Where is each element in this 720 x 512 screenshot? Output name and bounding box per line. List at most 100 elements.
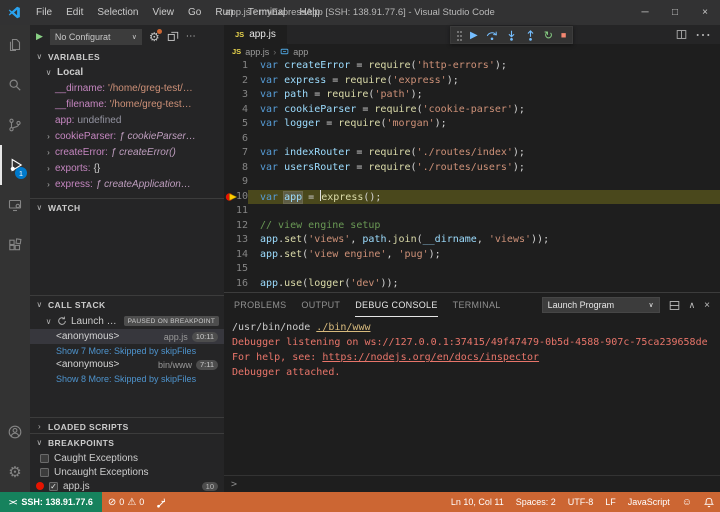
debug-views-icon[interactable]: [167, 31, 179, 43]
code-text[interactable]: [248, 175, 720, 190]
code-line[interactable]: 8 var usersRouter = require('./routes/use…: [224, 161, 720, 176]
debug-configuration-dropdown[interactable]: No Configurat ∨: [49, 28, 142, 45]
variable-row[interactable]: __filename: '/home/greg-test…: [30, 96, 224, 112]
breakpoint-checkbox[interactable]: [40, 467, 49, 477]
menu-file[interactable]: File: [29, 4, 59, 21]
gutter-line-number[interactable]: 14: [224, 248, 248, 263]
variable-row[interactable]: › cookieParser: ƒ cookieParser…: [30, 128, 224, 144]
code-line[interactable]: 2 var express = require('express');: [224, 74, 720, 89]
breakpoint-row[interactable]: Uncaught Exceptions: [30, 465, 224, 479]
menu-selection[interactable]: Selection: [90, 4, 145, 21]
files-icon[interactable]: [0, 25, 30, 65]
continue-button[interactable]: ▶: [470, 30, 478, 41]
gutter-line-number[interactable]: 12: [224, 219, 248, 234]
stack-frame-row[interactable]: <anonymous> bin/www 7:11: [30, 357, 224, 372]
code-line[interactable]: 16 app.use(logger('dev'));: [224, 277, 720, 292]
skipped-frames-link[interactable]: Show 8 More: Skipped by skipFiles: [30, 372, 224, 385]
run-and-debug-icon[interactable]: 1: [0, 145, 30, 185]
debug-console-session-dropdown[interactable]: Launch Program ∨: [541, 297, 660, 313]
code-line[interactable]: 13 app.set('views', path.join(__dirname, …: [224, 233, 720, 248]
menu-view[interactable]: View: [146, 4, 182, 21]
code-line[interactable]: 10 var app = express();: [224, 189, 720, 205]
variables-header[interactable]: ∨ VARIABLES: [30, 48, 224, 65]
gutter-line-number[interactable]: 15: [224, 262, 248, 277]
gutter-line-number[interactable]: 8: [224, 161, 248, 176]
debug-console-output[interactable]: /usr/bin/node ./bin/www Debugger listenin…: [224, 317, 720, 475]
more-actions-icon[interactable]: ⋯: [695, 25, 712, 45]
gutter-line-number[interactable]: 5: [224, 117, 248, 132]
code-line[interactable]: 9: [224, 175, 720, 190]
code-text[interactable]: var app = express();: [248, 189, 720, 204]
variables-scope-local[interactable]: ∨ Local: [30, 65, 224, 80]
search-icon[interactable]: [0, 65, 30, 105]
gutter-line-number[interactable]: 13: [224, 233, 248, 248]
gutter-line-number[interactable]: 4: [224, 103, 248, 118]
configure-gear-icon[interactable]: ⚙: [149, 28, 162, 44]
menu-run[interactable]: Run: [208, 4, 240, 21]
code-line[interactable]: 11: [224, 204, 720, 219]
code-line[interactable]: 6: [224, 132, 720, 147]
code-text[interactable]: // view engine setup: [248, 219, 720, 234]
menu-terminal[interactable]: Terminal: [241, 4, 293, 21]
menu-help[interactable]: Help: [293, 4, 328, 21]
debug-status-icon[interactable]: [150, 492, 172, 512]
gutter-line-number[interactable]: 9: [224, 175, 248, 190]
menu-go[interactable]: Go: [181, 4, 208, 21]
drag-grip-icon[interactable]: [457, 29, 462, 41]
split-panel-icon[interactable]: [669, 300, 680, 311]
start-debugging-icon[interactable]: ▶: [36, 31, 43, 42]
code-text[interactable]: [248, 204, 720, 219]
code-line[interactable]: 15: [224, 262, 720, 277]
gutter-line-number[interactable]: 10: [224, 190, 248, 205]
code-line[interactable]: 5 var logger = require('morgan');: [224, 117, 720, 132]
panel-tab-terminal[interactable]: TERMINAL: [453, 293, 501, 317]
code-text[interactable]: var cookieParser = require('cookie-parse…: [248, 103, 720, 118]
variable-row[interactable]: › createError: ƒ createError(): [30, 144, 224, 160]
panel-tab-problems[interactable]: PROBLEMS: [234, 293, 286, 317]
breakpoint-checkbox[interactable]: ✓: [49, 481, 58, 491]
accounts-icon[interactable]: [0, 412, 30, 452]
code-text[interactable]: [248, 262, 720, 277]
breakpoints-header[interactable]: ∨ BREAKPOINTS: [30, 434, 224, 451]
code-text[interactable]: var logger = require('morgan');: [248, 117, 720, 132]
code-line[interactable]: 7 var indexRouter = require('./routes/ind…: [224, 146, 720, 161]
gutter-line-number[interactable]: 16: [224, 277, 248, 292]
call-stack-header[interactable]: ∨ CALL STACK: [30, 296, 224, 313]
code-line[interactable]: 1 var createError = require('http-errors'…: [224, 59, 720, 74]
maximize-panel-icon[interactable]: ∧: [689, 300, 696, 311]
status-item-lf[interactable]: LF: [599, 492, 622, 512]
debug-console-input[interactable]: >: [224, 475, 720, 492]
step-over-button[interactable]: [486, 30, 498, 41]
debug-session-row[interactable]: ∨ Launch … PAUSED ON BREAKPOINT: [30, 313, 224, 329]
console-link[interactable]: ./bin/www: [316, 322, 370, 333]
code-line[interactable]: 3 var path = require('path');: [224, 88, 720, 103]
breadcrumb-symbol[interactable]: app: [293, 47, 308, 57]
breakpoint-checkbox[interactable]: [40, 453, 49, 463]
close-button[interactable]: ×: [690, 0, 720, 25]
problems-indicator[interactable]: ⊘ 0 ⚠ 0: [102, 492, 150, 512]
step-out-button[interactable]: [525, 29, 536, 41]
code-text[interactable]: var express = require('express');: [248, 74, 720, 89]
menu-edit[interactable]: Edit: [59, 4, 90, 21]
gutter-line-number[interactable]: 11: [224, 204, 248, 219]
gutter-line-number[interactable]: 1: [224, 59, 248, 74]
remote-explorer-icon[interactable]: [0, 185, 30, 225]
code-text[interactable]: app.use(logger('dev'));: [248, 277, 720, 292]
code-text[interactable]: var indexRouter = require('./routes/inde…: [248, 146, 720, 161]
notifications-bell-icon[interactable]: [698, 492, 720, 512]
code-text[interactable]: [248, 132, 720, 147]
skipped-frames-link[interactable]: Show 7 More: Skipped by skipFiles: [30, 344, 224, 357]
minimize-button[interactable]: ─: [630, 0, 660, 25]
settings-gear-icon[interactable]: ⚙: [0, 452, 30, 492]
code-text[interactable]: app.set('view engine', 'pug');: [248, 248, 720, 263]
code-text[interactable]: app.set('views', path.join(__dirname, 'v…: [248, 233, 720, 248]
watch-header[interactable]: ∨ WATCH: [30, 199, 224, 216]
step-into-button[interactable]: [506, 30, 517, 41]
status-item-utf-8[interactable]: UTF-8: [562, 492, 600, 512]
breakpoint-row[interactable]: Caught Exceptions: [30, 451, 224, 465]
extensions-icon[interactable]: [0, 225, 30, 265]
status-item-spaces-2[interactable]: Spaces: 2: [510, 492, 562, 512]
gutter-line-number[interactable]: 3: [224, 88, 248, 103]
code-line[interactable]: 12// view engine setup: [224, 219, 720, 234]
code-text[interactable]: var createError = require('http-errors')…: [248, 59, 720, 74]
